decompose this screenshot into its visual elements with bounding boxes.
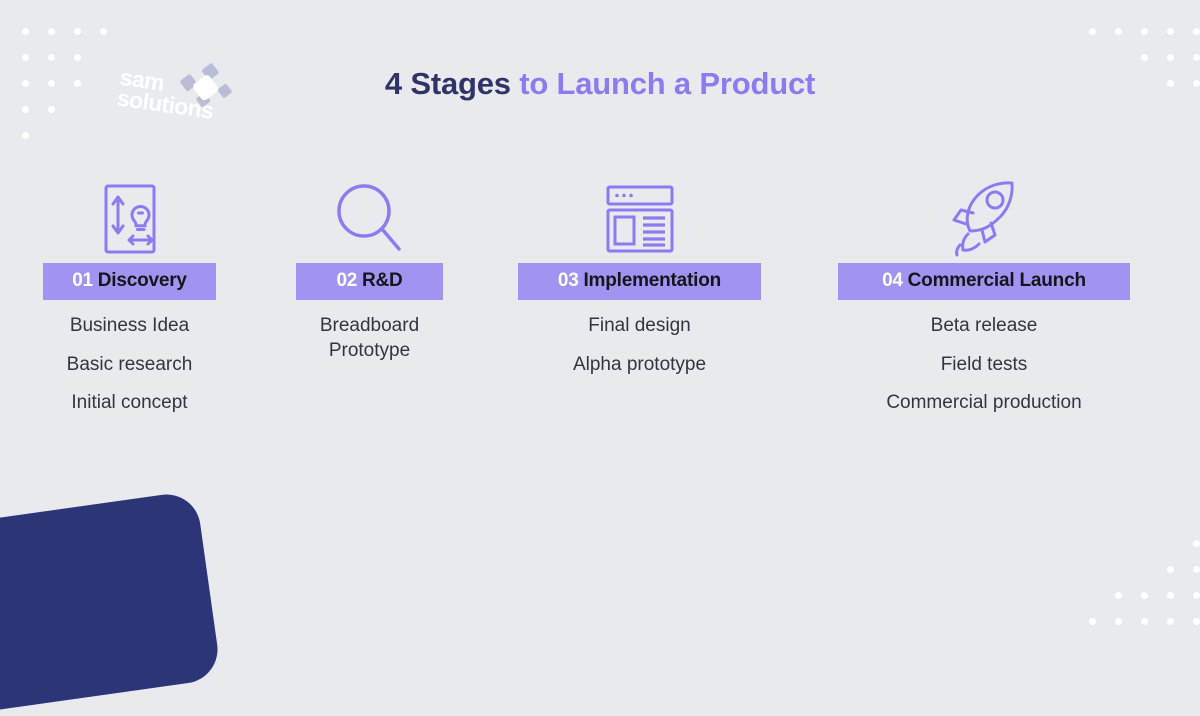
list-item: Basic research	[66, 353, 193, 375]
decorative-dot	[1167, 618, 1174, 625]
decorative-dot	[1193, 592, 1200, 599]
list-item: Business Idea	[69, 314, 190, 336]
stage-number: 03	[557, 270, 579, 291]
decorative-dot	[100, 28, 107, 35]
stage-items-rnd: Breadboard Prototype	[296, 314, 443, 363]
decorative-dot	[1193, 618, 1200, 625]
stage-label: Discovery	[97, 270, 187, 291]
stage-number: 01	[72, 270, 93, 291]
stage-band-commercial-launch: 04 Commercial Launch	[838, 263, 1130, 300]
decorative-dot	[1167, 54, 1174, 61]
decorative-dots-bottom-right	[1089, 540, 1200, 636]
brand-logo-shape	[0, 490, 222, 716]
decorative-dot	[22, 132, 29, 139]
stage-number: 04	[882, 270, 903, 291]
stage-items-discovery: Business Idea Basic research Initial con…	[43, 314, 216, 416]
decorative-dot	[1089, 618, 1096, 625]
stage-label: Implementation	[583, 270, 722, 291]
stage-items-implementation: Final design Alpha prototype	[518, 314, 761, 377]
decorative-dot	[1115, 28, 1122, 35]
decorative-dot	[1193, 540, 1200, 547]
decorative-dot	[22, 28, 29, 35]
decorative-dot	[22, 54, 29, 61]
decorative-dot	[1115, 618, 1122, 625]
stage-band-discovery: 01 Discovery	[43, 263, 216, 300]
stage-items-commercial-launch: Beta release Field tests Commercial prod…	[838, 314, 1130, 416]
stage-label: R&D	[361, 270, 403, 291]
decorative-dot	[48, 106, 55, 113]
document-lightbulb-icon	[43, 175, 216, 263]
decorative-dot	[1141, 592, 1148, 599]
list-item: Alpha prototype	[572, 353, 707, 375]
decorative-dot	[1193, 566, 1200, 573]
list-item: Initial concept	[71, 392, 188, 414]
stage-rnd: 02 R&D Breadboard Prototype	[296, 175, 443, 363]
decorative-dot	[1141, 618, 1148, 625]
stage-band-rnd: 02 R&D	[296, 263, 443, 300]
decorative-dot	[1089, 28, 1096, 35]
list-item: Final design	[588, 314, 691, 336]
stage-label: Commercial Launch	[907, 270, 1086, 291]
decorative-dot	[1167, 28, 1174, 35]
decorative-dot	[1115, 592, 1122, 599]
page-title-accent: to Launch a Product	[510, 66, 816, 101]
decorative-dot	[48, 54, 55, 61]
list-item: Commercial production	[886, 392, 1082, 414]
decorative-dot	[22, 106, 29, 113]
decorative-dot	[48, 28, 55, 35]
decorative-dot	[74, 28, 81, 35]
stage-band-implementation: 03 Implementation	[518, 263, 761, 300]
decorative-dot	[1193, 28, 1200, 35]
rocket-icon	[838, 175, 1130, 263]
decorative-dot	[1141, 28, 1148, 35]
magnifying-glass-icon	[296, 175, 443, 263]
webpage-wireframe-icon	[518, 175, 761, 263]
decorative-dot	[1193, 54, 1200, 61]
stage-commercial-launch: 04 Commercial Launch Beta release Field t…	[838, 175, 1130, 416]
stage-number: 02	[336, 270, 357, 291]
decorative-dot	[1141, 54, 1148, 61]
list-item: Breadboard Prototype	[319, 314, 420, 361]
decorative-dot	[1167, 566, 1174, 573]
decorative-dot	[74, 54, 81, 61]
decorative-dot	[1167, 592, 1174, 599]
list-item: Beta release	[930, 314, 1038, 336]
page-title-primary: 4 Stages	[384, 66, 511, 101]
stage-discovery: 01 Discovery Business Idea Basic research…	[43, 175, 216, 416]
stage-implementation: 03 Implementation Final design Alpha prot…	[518, 175, 761, 377]
list-item: Field tests	[940, 353, 1028, 375]
